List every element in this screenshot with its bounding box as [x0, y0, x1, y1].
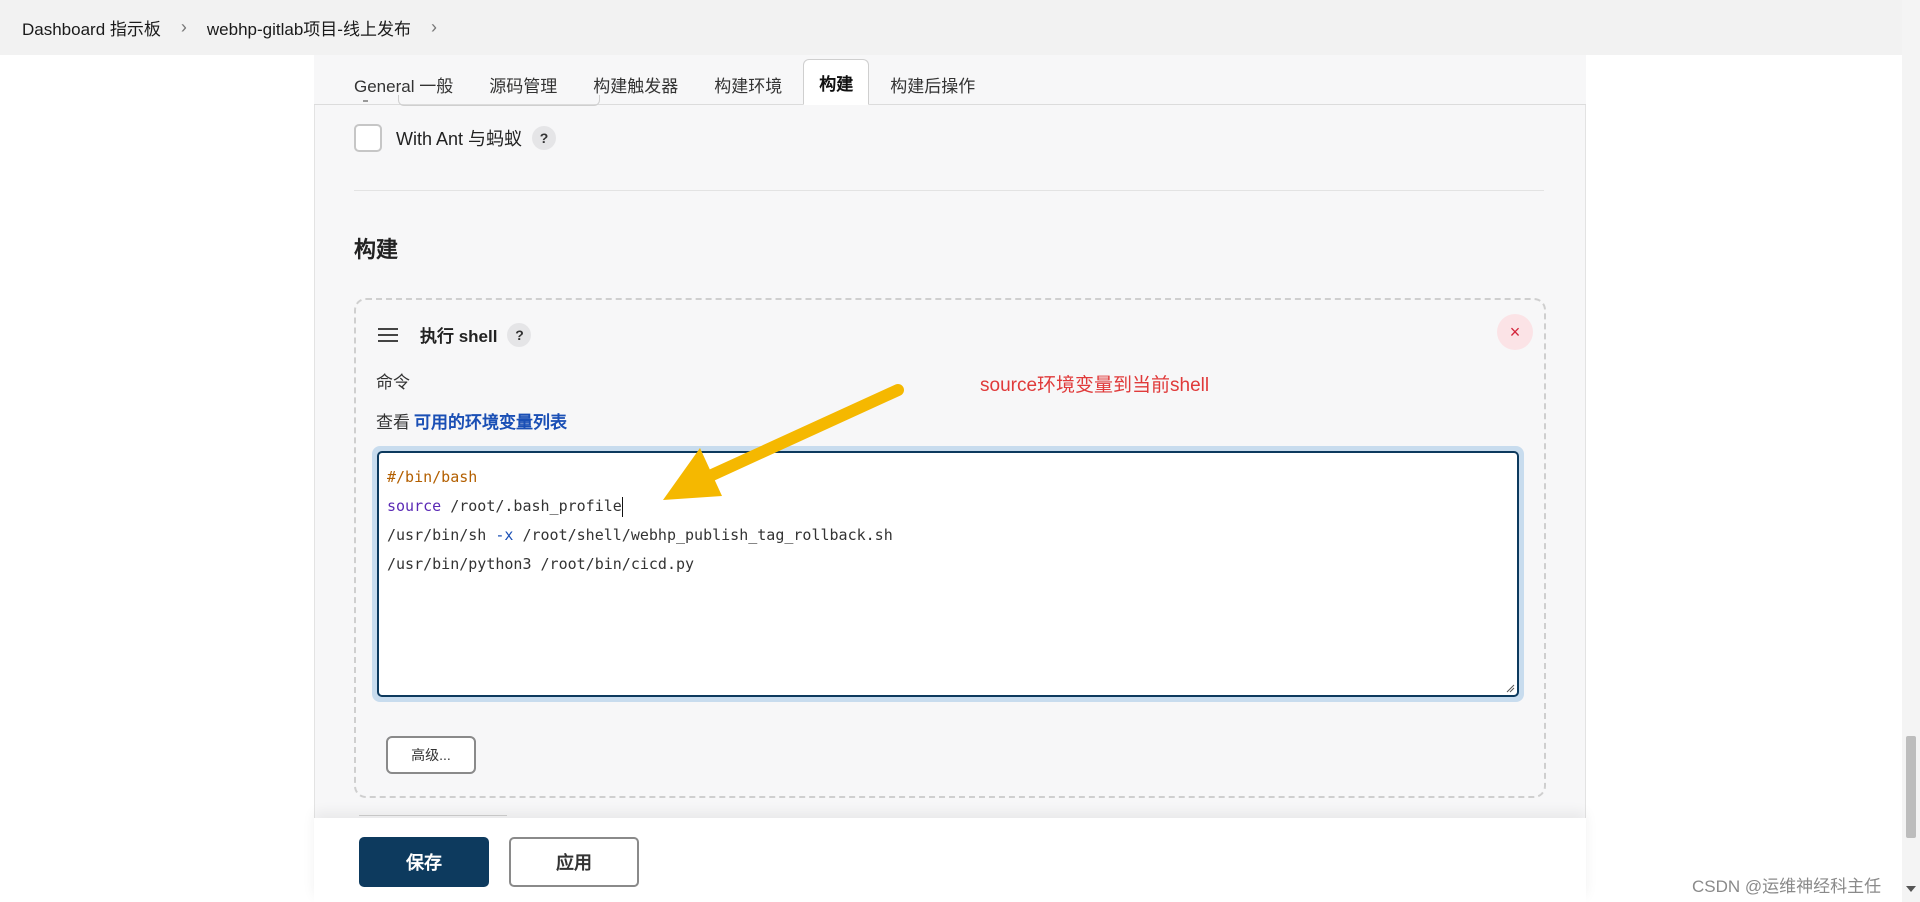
annotation-arrow-icon — [663, 384, 904, 500]
watermark: CSDN @运维神经科主任 — [1692, 877, 1882, 896]
scrollbar-thumb[interactable] — [1906, 736, 1916, 838]
bottom-action-bar: 保存 应用 — [314, 818, 1586, 902]
scroll-down-arrow-icon[interactable] — [1906, 886, 1916, 892]
save-button[interactable]: 保存 — [359, 837, 489, 887]
page-scrollbar[interactable] — [1902, 0, 1920, 902]
apply-button[interactable]: 应用 — [509, 837, 639, 887]
